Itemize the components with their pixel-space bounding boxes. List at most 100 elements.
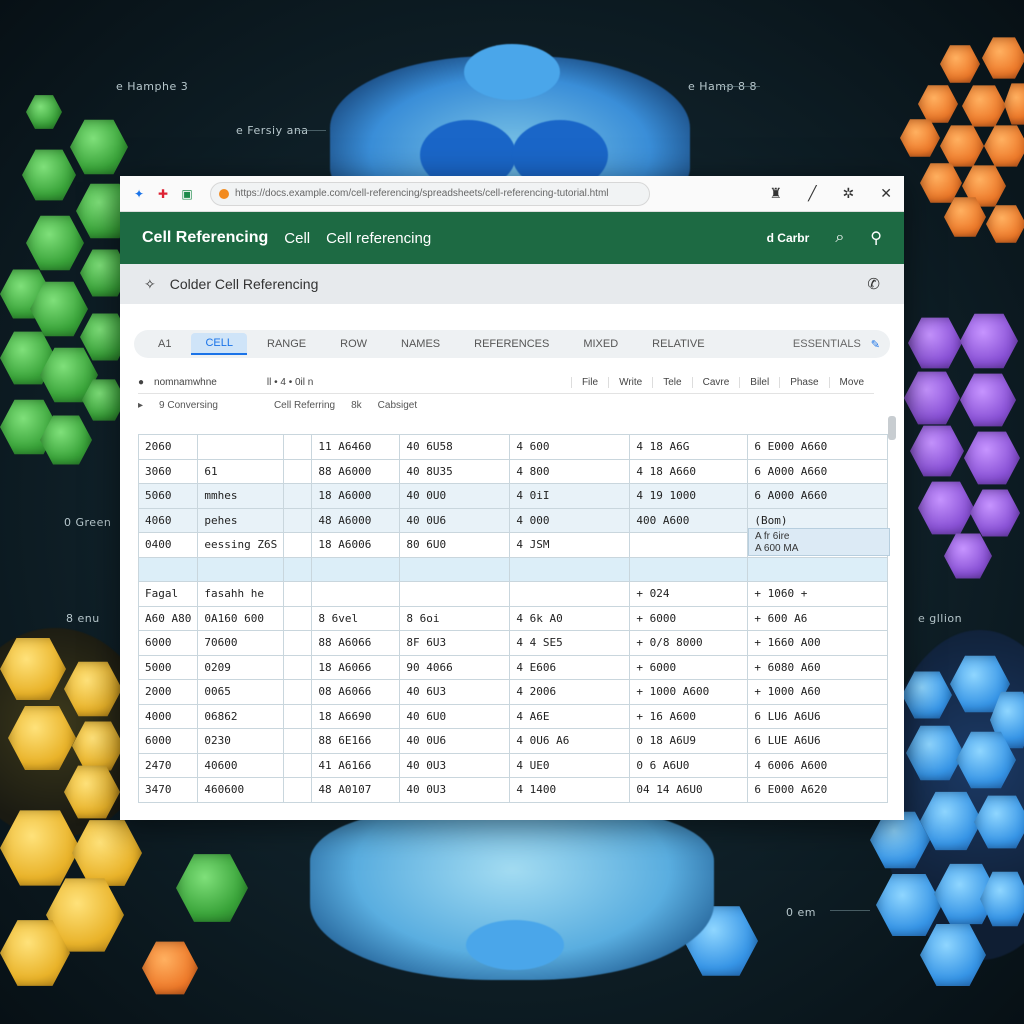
table-cell[interactable]: 40600	[197, 752, 285, 778]
table-cell[interactable]: 40 6U58	[399, 434, 511, 460]
table-cell[interactable]: + 1660 A00	[747, 630, 889, 656]
table-cell[interactable]	[311, 556, 401, 582]
table-cell[interactable]: 40 0U3	[399, 777, 511, 803]
table-cell[interactable]: 3060	[137, 458, 199, 484]
table-cell[interactable]: + 6080 A60	[747, 654, 889, 680]
bullet-icon[interactable]: ●	[138, 377, 144, 388]
table-cell[interactable]	[629, 556, 749, 582]
table-cell[interactable]: + 6000	[629, 654, 749, 680]
table-cell[interactable]: 4 E606	[509, 654, 631, 680]
phone-icon[interactable]: ✆	[867, 275, 880, 293]
tab-cell[interactable]: CELL	[191, 333, 247, 355]
table-cell[interactable]: 04 14 A6U0	[629, 777, 749, 803]
table-cell[interactable]: 4000	[137, 703, 199, 729]
table-cell[interactable]: 6 LU6 A6U6	[747, 703, 889, 729]
table-cell[interactable]: 4 600	[509, 434, 631, 460]
table-cell[interactable]: 40 0U0	[399, 483, 511, 509]
table-cell[interactable]: 4 0U6 A6	[509, 728, 631, 754]
table-cell[interactable]	[509, 556, 631, 582]
table-cell[interactable]: 8F 6U3	[399, 630, 511, 656]
tab-names[interactable]: NAMES	[387, 334, 454, 354]
table-cell[interactable]: 6 A000 A660	[747, 458, 889, 484]
menu-write[interactable]: Write	[608, 377, 652, 388]
name-box[interactable]: 9 Conversing	[159, 400, 218, 411]
table-cell[interactable]: 40 0U3	[399, 752, 511, 778]
table-cell[interactable]: 40 8U35	[399, 458, 511, 484]
sheets-app-icon[interactable]: ▣	[180, 187, 194, 201]
table-cell[interactable]: 18 A6000	[311, 483, 401, 509]
table-cell[interactable]: 70600	[197, 630, 285, 656]
table-cell[interactable]	[283, 679, 313, 705]
table-cell[interactable]: 48 A0107	[311, 777, 401, 803]
table-cell[interactable]: 18 A6066	[311, 654, 401, 680]
table-cell[interactable]: + 1000 A60	[747, 679, 889, 705]
table-cell[interactable]	[283, 507, 313, 533]
table-cell[interactable]: 460600	[197, 777, 285, 803]
table-cell[interactable]: 0A160 600	[197, 605, 285, 631]
settings-icon[interactable]: ✲	[843, 185, 855, 202]
table-cell[interactable]: 0 18 A6U9	[629, 728, 749, 754]
table-cell[interactable]: 3470	[137, 777, 199, 803]
table-cell[interactable]: 4 1400	[509, 777, 631, 803]
table-cell[interactable]	[283, 654, 313, 680]
table-cell[interactable]: 4 19 1000	[629, 483, 749, 509]
chevron-right-icon[interactable]: ▸	[138, 400, 143, 411]
address-bar[interactable]: https://docs.example.com/cell-referencin…	[210, 181, 650, 206]
table-cell[interactable]: 61	[197, 458, 285, 484]
table-cell[interactable]: Fagal	[137, 581, 199, 607]
table-cell[interactable]	[311, 581, 401, 607]
table-cell[interactable]	[283, 532, 313, 558]
table-cell[interactable]: + 024	[629, 581, 749, 607]
table-cell[interactable]	[283, 483, 313, 509]
table-cell[interactable]: 5060	[137, 483, 199, 509]
table-cell[interactable]: 4 0iI	[509, 483, 631, 509]
table-cell[interactable]: pehes	[197, 507, 285, 533]
table-cell[interactable]: 2470	[137, 752, 199, 778]
table-cell[interactable]: 6 E000 A660	[747, 434, 889, 460]
table-cell[interactable]: + 1000 A600	[629, 679, 749, 705]
table-cell[interactable]: + 16 A600	[629, 703, 749, 729]
table-cell[interactable]: A60 A80	[137, 605, 199, 631]
tab-mixed[interactable]: MIXED	[569, 334, 632, 354]
table-cell[interactable]: 18 A6690	[311, 703, 401, 729]
extension-icon[interactable]: ♜	[770, 185, 783, 202]
table-cell[interactable]	[197, 556, 285, 582]
table-cell[interactable]: 4 18 A660	[629, 458, 749, 484]
tab-relative[interactable]: RELATIVE	[638, 334, 718, 354]
vertical-scrollbar[interactable]	[888, 416, 896, 440]
table-cell[interactable]: 08 A6066	[311, 679, 401, 705]
toolbar-mid-controls[interactable]: ll • 4 • 0il n	[267, 377, 313, 388]
table-cell[interactable]: 4 800	[509, 458, 631, 484]
edit-icon[interactable]: ✎	[871, 338, 880, 351]
table-cell[interactable]	[283, 703, 313, 729]
table-cell[interactable]: 4 UE0	[509, 752, 631, 778]
table-cell[interactable]: 88 A6000	[311, 458, 401, 484]
table-cell[interactable]: 400 A600	[629, 507, 749, 533]
table-cell[interactable]: 0 6 A6U0	[629, 752, 749, 778]
table-cell[interactable]	[509, 581, 631, 607]
plus-icon[interactable]: ✚	[156, 187, 170, 201]
table-cell[interactable]: fasahh he	[197, 581, 285, 607]
table-cell[interactable]: 5000	[137, 654, 199, 680]
table-cell[interactable]	[629, 532, 749, 558]
table-cell[interactable]: 4 4 SE5	[509, 630, 631, 656]
table-cell[interactable]	[283, 581, 313, 607]
table-cell[interactable]: 06862	[197, 703, 285, 729]
menu-tele[interactable]: Tele	[652, 377, 691, 388]
table-cell[interactable]: 4 6006 A600	[747, 752, 889, 778]
table-cell[interactable]: 48 A6000	[311, 507, 401, 533]
table-cell[interactable]: mmhes	[197, 483, 285, 509]
table-cell[interactable]	[283, 434, 313, 460]
table-cell[interactable]: 4 000	[509, 507, 631, 533]
table-cell[interactable]: 90 4066	[399, 654, 511, 680]
table-cell[interactable]: 40 6U0	[399, 703, 511, 729]
menu-move[interactable]: Move	[828, 377, 874, 388]
table-cell[interactable]: + 600 A6	[747, 605, 889, 631]
toolbar-left-label[interactable]: nomnamwhne	[154, 377, 217, 388]
table-cell[interactable]: 4 A6E	[509, 703, 631, 729]
tab-essentials[interactable]: ESSENTIALS	[793, 338, 861, 350]
menu-phase[interactable]: Phase	[779, 377, 828, 388]
table-cell[interactable]: + 0/8 8000	[629, 630, 749, 656]
search-icon[interactable]: ⌕	[835, 229, 844, 247]
formula-text[interactable]: Cell Referring	[274, 400, 335, 411]
